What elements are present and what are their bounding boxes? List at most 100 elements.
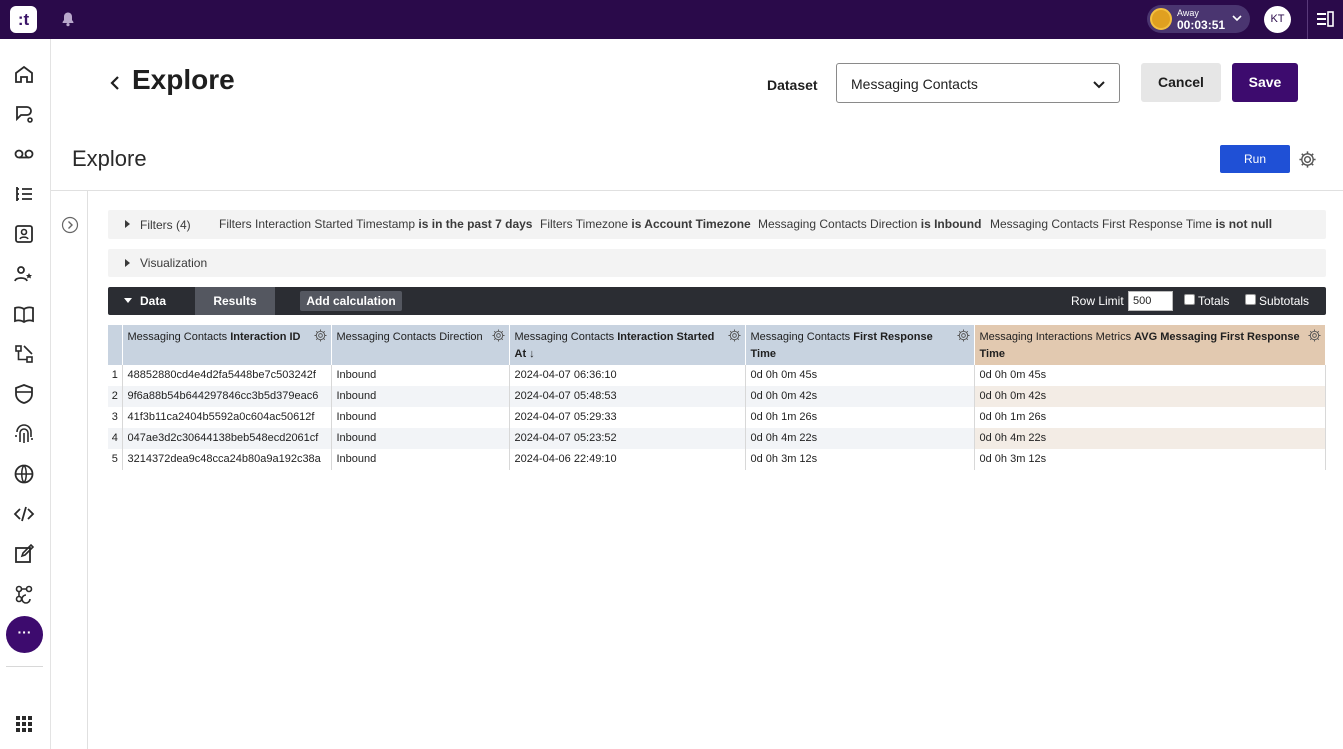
- edit-icon[interactable]: [13, 543, 35, 565]
- filter-field: Filters Interaction Started Timestamp: [219, 217, 416, 231]
- left-nav: ···: [0, 39, 51, 749]
- table-cell[interactable]: 0d 0h 1m 26s: [745, 407, 975, 428]
- workflow-icon[interactable]: [13, 343, 35, 365]
- panel-toggle-icon[interactable]: [1316, 11, 1334, 27]
- voicemail-icon[interactable]: [13, 143, 35, 165]
- table-cell[interactable]: 0d 0h 0m 45s: [745, 365, 975, 386]
- table-cell[interactable]: Inbound: [331, 365, 510, 386]
- column-header[interactable]: Messaging Contacts Interaction ID: [122, 325, 332, 365]
- gear-icon[interactable]: [727, 329, 741, 342]
- home-icon[interactable]: [13, 63, 35, 85]
- save-button[interactable]: Save: [1232, 63, 1298, 102]
- gear-icon[interactable]: [1298, 150, 1317, 169]
- back-chevron-icon[interactable]: [108, 75, 122, 91]
- fingerprint-icon[interactable]: [13, 423, 35, 445]
- table-cell[interactable]: 0d 0h 0m 42s: [974, 386, 1326, 407]
- table-cell[interactable]: Inbound: [331, 407, 510, 428]
- app-grid-icon[interactable]: [13, 713, 35, 735]
- table-cell[interactable]: 047ae3d2c30644138beb548ecd2061cf: [122, 428, 332, 449]
- caret-down-icon[interactable]: [124, 298, 132, 303]
- column-prefix: Messaging Contacts: [127, 331, 231, 343]
- table-cell[interactable]: Inbound: [331, 449, 510, 470]
- subtotals-checkbox[interactable]: [1245, 294, 1256, 305]
- run-button[interactable]: Run: [1220, 145, 1290, 173]
- filter-chip[interactable]: Filters Timezone is Account Timezone: [540, 217, 751, 231]
- divider: [51, 190, 1343, 191]
- explore-title: Explore: [72, 146, 147, 171]
- totals-checkbox[interactable]: [1184, 294, 1195, 305]
- filters-section[interactable]: Filters (4) Filters Interaction Started …: [108, 210, 1326, 239]
- cancel-button[interactable]: Cancel: [1141, 63, 1221, 102]
- add-calculation-button[interactable]: Add calculation: [300, 291, 402, 311]
- status-timer: 00:03:51: [1177, 18, 1226, 32]
- filter-chip[interactable]: Messaging Contacts First Response Time i…: [990, 217, 1272, 231]
- table-cell[interactable]: 48852880cd4e4d2fa5448be7c503242f: [122, 365, 332, 386]
- column-prefix: Messaging Contacts: [750, 331, 854, 343]
- status-selector[interactable]: Away 00:03:51: [1147, 5, 1250, 33]
- table-cell[interactable]: 2024-04-07 05:48:53: [509, 386, 746, 407]
- caret-right-icon: [125, 220, 130, 228]
- column-header[interactable]: Messaging Contacts Direction: [331, 325, 510, 365]
- globe-icon[interactable]: [13, 463, 35, 485]
- expand-panel-icon[interactable]: [61, 216, 79, 234]
- table-cell[interactable]: Inbound: [331, 428, 510, 449]
- gear-icon[interactable]: [313, 329, 327, 342]
- filter-chip[interactable]: Filters Interaction Started Timestamp is…: [219, 217, 532, 231]
- table-cell[interactable]: 0d 0h 0m 45s: [974, 365, 1326, 386]
- row-limit-input[interactable]: 500: [1128, 291, 1173, 311]
- column-header[interactable]: Messaging Contacts Interaction Started A…: [509, 325, 746, 365]
- filter-field: Filters Timezone: [540, 217, 629, 231]
- integrations-icon[interactable]: [13, 583, 35, 605]
- table-row: 4 047ae3d2c30644138beb548ecd2061cf Inbou…: [108, 428, 1326, 449]
- column-header[interactable]: Messaging Contacts First Response Time: [745, 325, 975, 365]
- field-picker-rail: [51, 191, 88, 749]
- avatar[interactable]: KT: [1264, 6, 1291, 33]
- divider: [1307, 0, 1308, 39]
- table-cell[interactable]: 2024-04-07 06:36:10: [509, 365, 746, 386]
- measure-column-header[interactable]: Messaging Interactions Metrics AVG Messa…: [974, 325, 1326, 365]
- conversations-icon[interactable]: [13, 103, 35, 125]
- contacts-icon[interactable]: [13, 223, 35, 245]
- shield-icon[interactable]: [13, 383, 35, 405]
- bell-icon[interactable]: [60, 11, 76, 27]
- table-cell[interactable]: 0d 0h 3m 12s: [745, 449, 975, 470]
- row-number: 4: [108, 428, 123, 449]
- visualization-section[interactable]: Visualization: [108, 249, 1326, 277]
- gear-icon[interactable]: [491, 329, 505, 342]
- dataset-value: Messaging Contacts: [851, 76, 978, 92]
- gear-icon[interactable]: [956, 329, 970, 342]
- tab-results[interactable]: Results: [195, 287, 275, 315]
- filter-field: Messaging Contacts First Response Time: [990, 217, 1213, 231]
- table-cell[interactable]: Inbound: [331, 386, 510, 407]
- row-number: 2: [108, 386, 123, 407]
- column-field: Interaction ID: [230, 331, 301, 343]
- table-cell[interactable]: 2024-04-06 22:49:10: [509, 449, 746, 470]
- code-icon[interactable]: [13, 503, 35, 525]
- table-cell[interactable]: 0d 0h 4m 22s: [745, 428, 975, 449]
- table-cell[interactable]: 0d 0h 1m 26s: [974, 407, 1326, 428]
- users-icon[interactable]: [13, 263, 35, 285]
- app-logo[interactable]: :t: [10, 6, 37, 33]
- more-apps-button[interactable]: ···: [6, 616, 43, 653]
- divider: [6, 666, 43, 667]
- dataset-select[interactable]: Messaging Contacts: [836, 63, 1120, 103]
- table-cell[interactable]: 0d 0h 3m 12s: [974, 449, 1326, 470]
- filter-field: Messaging Contacts Direction: [758, 217, 918, 231]
- table-cell[interactable]: 9f6a88b54b644297846cc3b5d379eac6: [122, 386, 332, 407]
- filter-condition: is in the past 7 days: [418, 217, 533, 231]
- table-cell[interactable]: 2024-04-07 05:29:33: [509, 407, 746, 428]
- row-number-header: [108, 325, 123, 365]
- table-cell[interactable]: 41f3b11ca2404b5592a0c604ac50612f: [122, 407, 332, 428]
- list-icon[interactable]: [13, 183, 35, 205]
- table-cell[interactable]: 3214372dea9c48cca24b80a9a192c38a: [122, 449, 332, 470]
- table-cell[interactable]: 0d 0h 0m 42s: [745, 386, 975, 407]
- table-row: 3 41f3b11ca2404b5592a0c604ac50612f Inbou…: [108, 407, 1326, 428]
- table-cell[interactable]: 0d 0h 4m 22s: [974, 428, 1326, 449]
- data-section-bar: Data Results Add calculation Row Limit 5…: [108, 287, 1326, 315]
- gear-icon[interactable]: [1308, 329, 1321, 342]
- knowledge-icon[interactable]: [13, 303, 35, 325]
- data-toggle[interactable]: Data: [140, 294, 166, 308]
- filter-chip[interactable]: Messaging Contacts Direction is Inbound: [758, 217, 981, 231]
- table-cell[interactable]: 2024-04-07 05:23:52: [509, 428, 746, 449]
- chevron-down-icon: [1232, 15, 1242, 22]
